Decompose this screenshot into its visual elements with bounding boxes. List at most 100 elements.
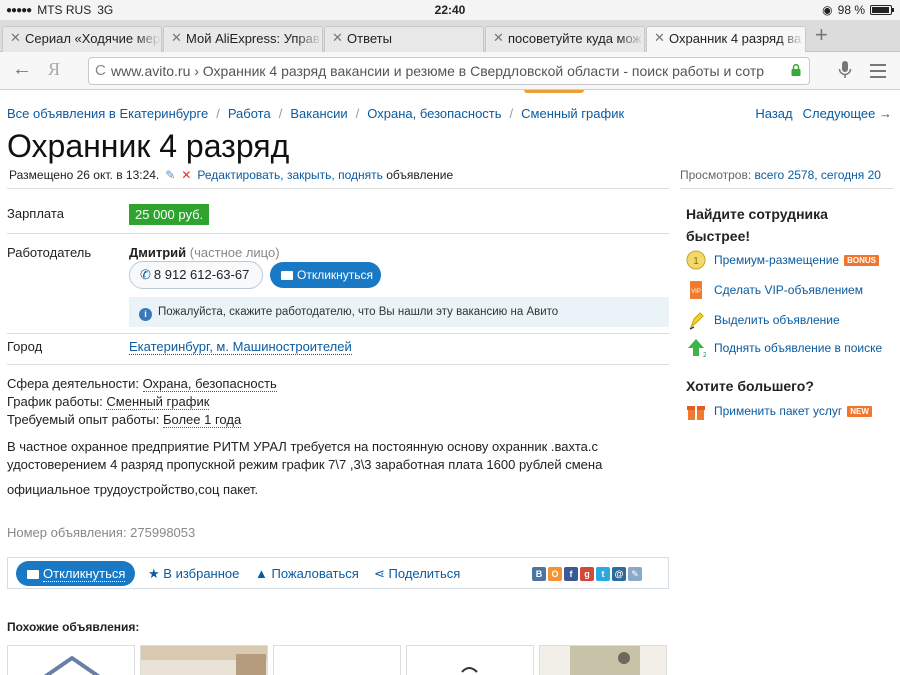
breadcrumb-separator: / — [355, 106, 360, 121]
envelope-icon — [281, 271, 293, 280]
pencil-icon[interactable]: ✎ — [165, 168, 175, 182]
job-params: Сфера деятельности: Охрана, безопасность… — [7, 375, 277, 429]
facebook-icon[interactable]: f — [564, 567, 578, 581]
sidebar-item-label: Сделать VIP-объявлением — [714, 283, 863, 297]
browser-tab[interactable]: ✕ Мой AliExpress: Управ — [163, 26, 323, 52]
phone-button[interactable]: ✆ 8 912 612-63-67 — [129, 261, 263, 289]
back-arrow-icon[interactable]: ← — [12, 58, 32, 81]
breadcrumb-link[interactable]: Вакансии — [290, 106, 347, 121]
similar-thumbnail[interactable] — [273, 645, 401, 675]
share-button[interactable]: ⋖ Поделиться — [374, 566, 460, 582]
views-label: Просмотров: — [680, 168, 752, 182]
sidebar-item-highlight[interactable]: Выделить объявление — [686, 310, 840, 330]
similar-image — [43, 655, 101, 675]
phone-number: 8 912 612-63-67 — [153, 267, 250, 282]
similar-thumbnail[interactable] — [140, 645, 268, 675]
back-link[interactable]: Назад — [755, 106, 792, 121]
complain-label: Пожаловаться — [271, 566, 359, 581]
close-tab-icon[interactable]: ✕ — [332, 30, 343, 46]
actions-bar: Откликнуться ★ В избранное ▲ Пожаловатьс… — [7, 557, 669, 589]
address-text: www.avito.ru › Охранник 4 разряд ваканси… — [111, 63, 765, 79]
breadcrumb-link[interactable]: Работа — [228, 106, 271, 121]
sidebar-item-premium[interactable]: 1 Премиум-размещение BONUS — [686, 250, 879, 270]
views-counter: Просмотров: всего 2578, сегодня 20 — [680, 168, 881, 182]
salary-value: 25 000 руб. — [129, 204, 210, 225]
similar-image — [461, 667, 478, 673]
odnoklassniki-icon[interactable]: O — [548, 567, 562, 581]
star-icon: ★ — [148, 566, 160, 581]
schedule-label: График работы: — [7, 394, 103, 409]
close-tab-icon[interactable]: ✕ — [171, 30, 182, 46]
new-badge: NEW — [847, 405, 872, 417]
microphone-icon[interactable] — [838, 60, 852, 80]
close-icon[interactable]: ✕ — [181, 168, 191, 182]
close-tab-icon[interactable]: ✕ — [654, 30, 665, 46]
description: В частное охранное предприятие РИТМ УРАЛ… — [7, 438, 607, 506]
breadcrumb-link[interactable]: Охрана, безопасность — [367, 106, 501, 121]
menu-icon[interactable] — [870, 64, 886, 82]
employer-name: Дмитрий — [129, 245, 187, 260]
close-tab-icon[interactable]: ✕ — [10, 30, 21, 46]
package-icon — [687, 406, 705, 420]
sphere-label: Сфера деятельности: — [7, 376, 139, 391]
similar-thumbnail[interactable] — [406, 645, 534, 675]
divider — [680, 188, 894, 189]
clock: 22:40 — [434, 3, 466, 17]
similar-thumbnail[interactable] — [539, 645, 667, 675]
navigation-bar: ← Я C www.avito.ru › Охранник 4 разряд в… — [0, 52, 900, 90]
similar-image — [570, 646, 640, 675]
favorite-button[interactable]: ★ В избранное — [148, 566, 239, 582]
employer: Дмитрий (частное лицо) — [129, 245, 280, 260]
rotation-lock-icon: ◉ — [822, 3, 833, 17]
edit-link[interactable]: Редактировать, закрыть, поднять — [197, 168, 382, 182]
tab-label: Ответы — [347, 31, 392, 46]
livejournal-icon[interactable]: ✎ — [628, 567, 642, 581]
share-label: Поделиться — [388, 566, 461, 581]
reply-button-bottom[interactable]: Откликнуться — [16, 561, 135, 586]
breadcrumb-link[interactable]: Все объявления в Екатеринбурге — [7, 106, 208, 121]
twitter-icon[interactable]: t — [596, 567, 610, 581]
city-link[interactable]: Екатеринбург, м. Машиностроителей — [129, 339, 352, 355]
complain-button[interactable]: ▲ Пожаловаться — [255, 566, 359, 581]
browser-tab[interactable]: ✕ Ответы — [324, 26, 484, 52]
yandex-logo[interactable]: Я — [48, 59, 60, 80]
browser-tab[interactable]: ✕ посоветуйте куда мож — [485, 26, 645, 52]
battery-icon — [870, 5, 894, 15]
sidebar-heading: Найдите сотрудника быстрее! — [686, 206, 828, 244]
views-value[interactable]: всего 2578, сегодня 20 — [755, 168, 881, 182]
reply-label: Откликнуться — [297, 268, 374, 282]
sidebar-item-vip[interactable]: VIP Сделать VIP-объявлением — [686, 280, 863, 300]
warning-icon: ▲ — [255, 566, 268, 581]
browser-tab[interactable]: ✕ Сериал «Ходячие мер — [2, 26, 162, 52]
city-label: Город — [7, 339, 43, 354]
info-icon: i — [139, 308, 152, 321]
battery-percent: 98 % — [837, 3, 865, 17]
vk-icon[interactable]: B — [532, 567, 546, 581]
schedule-value[interactable]: Сменный график — [106, 394, 210, 410]
salary-label: Зарплата — [7, 206, 64, 221]
mailru-icon[interactable]: @ — [612, 567, 626, 581]
reply-button[interactable]: Откликнуться — [270, 262, 381, 288]
divider — [7, 333, 669, 334]
tab-bar: ✕ Сериал «Ходячие мер ✕ Мой AliExpress: … — [0, 20, 900, 52]
new-tab-icon[interactable]: + — [815, 22, 828, 48]
site-icon: C — [95, 62, 106, 79]
sphere-value[interactable]: Охрана, безопасность — [142, 376, 277, 392]
address-bar[interactable]: C www.avito.ru › Охранник 4 разряд вакан… — [88, 57, 810, 85]
sidebar-item-package[interactable]: Применить пакет услуг NEW — [686, 401, 872, 421]
similar-thumbnail[interactable] — [7, 645, 135, 675]
googleplus-icon[interactable]: g — [580, 567, 594, 581]
next-link[interactable]: Следующее → — [803, 106, 892, 121]
employer-label: Работодатель — [7, 245, 92, 260]
edit-suffix: объявление — [386, 168, 454, 182]
breadcrumb: Все объявления в Екатеринбурге / Работа / … — [7, 106, 624, 121]
sidebar-item-raise[interactable]: 2 Поднять объявление в поиске — [686, 338, 882, 358]
browser-tab-active[interactable]: ✕ Охранник 4 разряд ва — [646, 26, 806, 52]
close-tab-icon[interactable]: ✕ — [493, 30, 504, 46]
breadcrumb-link[interactable]: Сменный график — [521, 106, 624, 121]
favorite-label: В избранное — [163, 566, 240, 581]
reply-label: Откликнуться — [43, 566, 126, 582]
info-notice: i Пожалуйста, скажите работодателю, что В… — [129, 297, 669, 327]
employer-type: (частное лицо) — [189, 245, 280, 260]
experience-value[interactable]: Более 1 года — [163, 412, 242, 428]
